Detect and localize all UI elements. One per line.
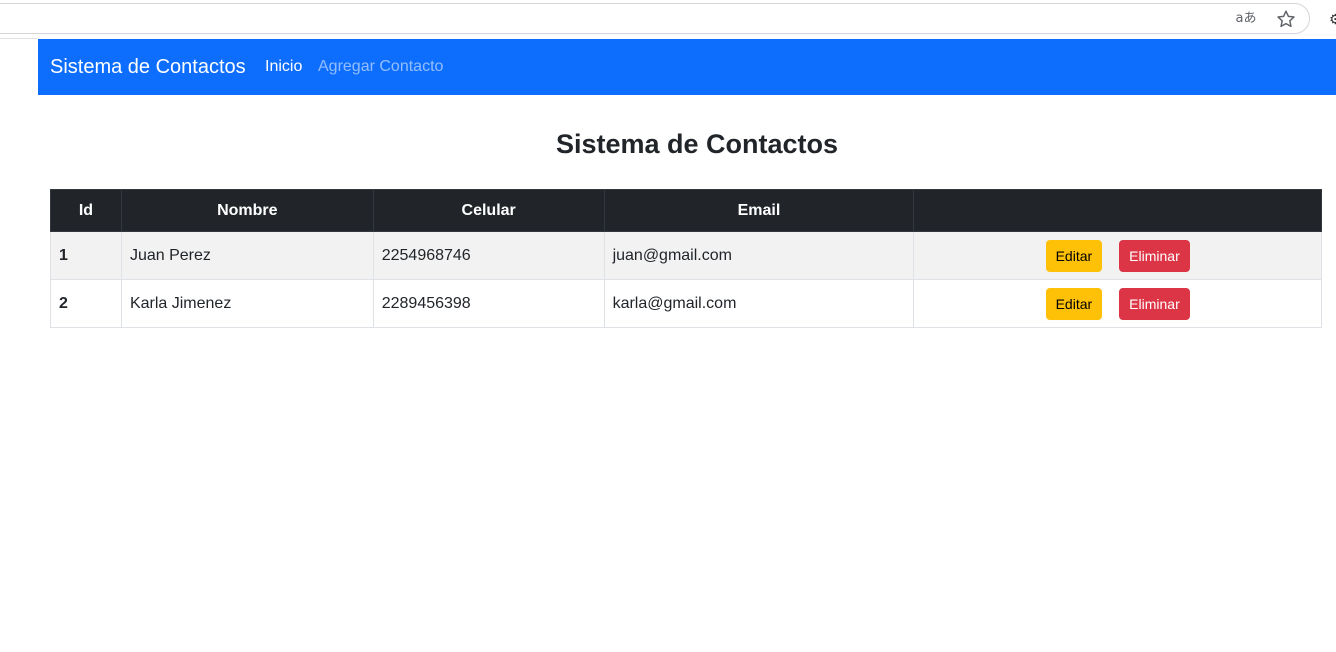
extension-icon[interactable]: ⚙ (1329, 11, 1336, 27)
edit-button[interactable]: Editar (1045, 239, 1103, 272)
delete-button[interactable]: Eliminar (1119, 239, 1190, 272)
nav-link-inicio[interactable]: Inicio (265, 39, 302, 95)
cell-nombre: Juan Perez (120, 231, 374, 280)
contacts-table: Id Nombre Celular Email 1 Juan Perez 225… (50, 189, 1322, 328)
star-icon[interactable] (1275, 8, 1297, 30)
cell-celular: 2289456398 (372, 279, 605, 328)
navbar-brand[interactable]: Sistema de Contactos (50, 39, 246, 95)
table-row: 2 Karla Jimenez 2289456398 karla@gmail.c… (50, 279, 1322, 328)
cell-celular: 2254968746 (372, 231, 605, 280)
browser-toolbar: aあ ⚙ (0, 0, 1336, 38)
header-actions (913, 189, 1322, 232)
nav-link-agregar-contacto[interactable]: Agregar Contacto (318, 39, 443, 95)
cell-id: 2 (50, 279, 122, 328)
cell-actions: Editar Eliminar (913, 279, 1322, 328)
table-row: 1 Juan Perez 2254968746 juan@gmail.com E… (50, 231, 1322, 280)
navbar: Sistema de Contactos Inicio Agregar Cont… (38, 39, 1336, 95)
page-title: Sistema de Contactos (38, 124, 1336, 164)
translate-icon[interactable]: aあ (1235, 9, 1257, 29)
cell-nombre: Karla Jimenez (120, 279, 374, 328)
cell-email: juan@gmail.com (603, 231, 915, 280)
table-header-row: Id Nombre Celular Email (50, 189, 1322, 232)
header-id: Id (50, 189, 122, 232)
cell-id: 1 (50, 231, 122, 280)
header-celular: Celular (372, 189, 605, 232)
header-nombre: Nombre (120, 189, 374, 232)
cell-actions: Editar Eliminar (913, 231, 1322, 280)
cell-email: karla@gmail.com (603, 279, 915, 328)
address-bar[interactable] (0, 3, 1310, 34)
edit-button[interactable]: Editar (1045, 287, 1103, 320)
page-left-margin (0, 38, 38, 652)
delete-button[interactable]: Eliminar (1119, 287, 1190, 320)
divider (0, 38, 38, 39)
header-email: Email (603, 189, 915, 232)
page-title-text: Sistema de Contactos (555, 129, 839, 159)
